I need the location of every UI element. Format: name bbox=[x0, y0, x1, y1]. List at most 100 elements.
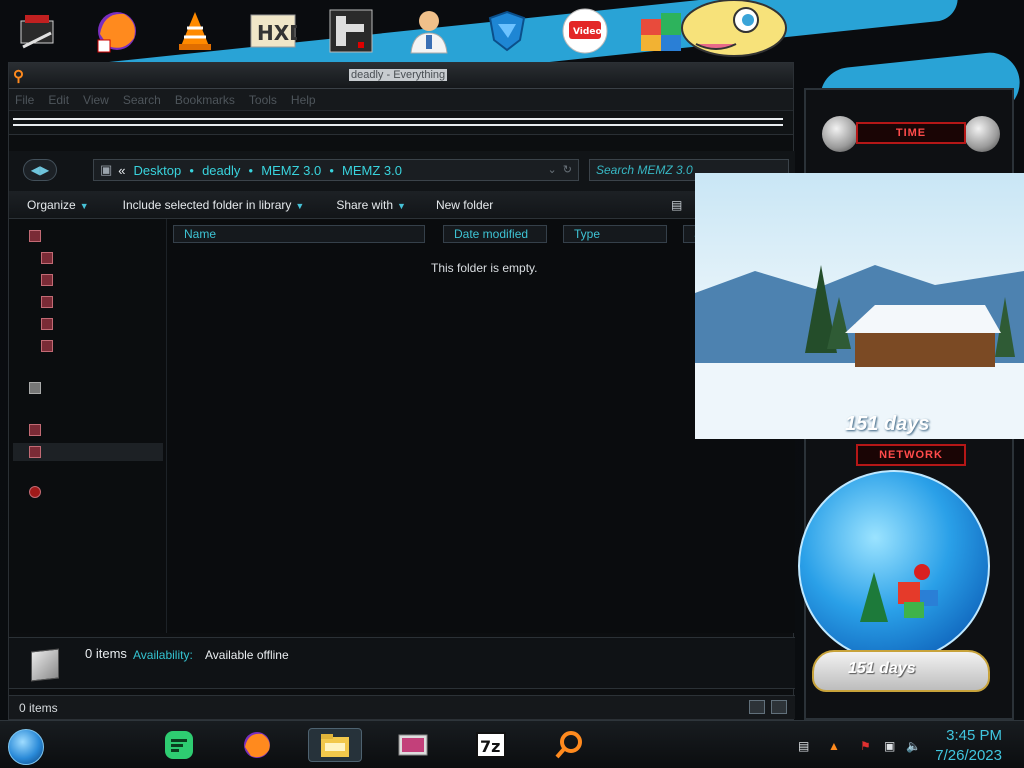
nav-item[interactable] bbox=[41, 271, 61, 289]
folder-icon: ▣ bbox=[100, 162, 113, 177]
chevron-down-icon: ▼ bbox=[79, 200, 89, 211]
menu-view[interactable]: View bbox=[83, 93, 109, 107]
folder-icon bbox=[41, 340, 53, 352]
column-date-modified[interactable]: Date modified bbox=[443, 225, 547, 243]
large-icons-view-icon[interactable] bbox=[771, 700, 787, 714]
taskbar-7zip[interactable]: 7z bbox=[464, 728, 518, 762]
nav-item-computer[interactable] bbox=[29, 421, 49, 439]
snow-globe-base: 151 days bbox=[812, 650, 990, 692]
explorer-window: ⚲ deadly - Everything File Edit View Sea… bbox=[8, 62, 795, 720]
nav-item-homegroup[interactable] bbox=[29, 379, 49, 397]
view-options-icon[interactable]: ▤ bbox=[671, 198, 682, 212]
toolbox-icon[interactable] bbox=[12, 6, 62, 56]
breadcrumb-memz-parent[interactable]: MEMZ 3.0 bbox=[261, 163, 321, 178]
clock-time[interactable]: 3:45 PM bbox=[946, 727, 1002, 744]
nav-item[interactable] bbox=[41, 249, 61, 267]
firefox-shortcut-icon[interactable] bbox=[92, 6, 142, 56]
folder-thumbnail-icon bbox=[31, 648, 59, 682]
snow-scene-image bbox=[695, 265, 1024, 439]
everything-search-field[interactable] bbox=[9, 111, 793, 135]
time-label: TIME bbox=[856, 122, 966, 144]
snow-countdown-gadget[interactable]: 151 days bbox=[695, 173, 1024, 439]
window-title: deadly - Everything bbox=[349, 69, 448, 81]
share-with-label: Share with bbox=[336, 197, 394, 212]
breadcrumb-separator-icon[interactable]: ● bbox=[189, 166, 194, 175]
organize-label: Organize bbox=[27, 197, 76, 212]
back-button[interactable]: ◀▶ bbox=[23, 159, 57, 181]
include-library-button[interactable]: Include selected folder in library ▼ bbox=[123, 198, 305, 212]
command-bar: Organize ▼ Include selected folder in lib… bbox=[9, 191, 795, 219]
breadcrumb-desktop[interactable]: Desktop bbox=[134, 163, 182, 178]
menu-file[interactable]: File bbox=[15, 93, 34, 107]
snow-globe-gadget[interactable] bbox=[798, 470, 990, 662]
vlc-shortcut-icon[interactable] bbox=[170, 6, 220, 56]
details-view-icon[interactable] bbox=[749, 700, 765, 714]
title-bar[interactable]: ⚲ deadly - Everything bbox=[9, 63, 793, 89]
item-count: 0 items bbox=[85, 646, 127, 661]
cartoon-face-icon[interactable] bbox=[676, 0, 792, 60]
breadcrumb-separator-icon[interactable]: ● bbox=[329, 166, 334, 175]
firefox-icon bbox=[244, 732, 270, 758]
taskbar-explorer[interactable] bbox=[308, 728, 362, 762]
address-overflow[interactable]: « bbox=[118, 163, 125, 178]
nav-item-favorites[interactable] bbox=[29, 227, 49, 245]
folder-icon bbox=[41, 274, 53, 286]
include-library-label: Include selected folder in library bbox=[122, 197, 292, 212]
column-type[interactable]: Type bbox=[563, 225, 667, 243]
address-bar[interactable]: ▣ « Desktop ● deadly ● MEMZ 3.0 ● MEMZ 3… bbox=[93, 159, 579, 181]
start-button[interactable] bbox=[8, 729, 44, 765]
show-hidden-icons-icon[interactable]: ▤ bbox=[798, 739, 812, 753]
7zip-icon: 7z bbox=[476, 732, 506, 758]
hxd-shortcut-icon[interactable]: HXD bbox=[248, 6, 298, 56]
taskbar-spotify[interactable] bbox=[152, 728, 206, 762]
fast-video-downloader-icon[interactable]: Video bbox=[560, 6, 610, 56]
nav-item[interactable] bbox=[41, 315, 61, 333]
nav-item[interactable] bbox=[41, 293, 61, 311]
status-bar: 0 items bbox=[9, 695, 795, 719]
taskbar-firefox[interactable] bbox=[230, 728, 284, 762]
menu-help[interactable]: Help bbox=[291, 93, 316, 107]
network-label: NETWORK bbox=[856, 444, 966, 466]
game-shortcut-icon[interactable] bbox=[326, 6, 376, 56]
refresh-icon[interactable]: ⌄ ↻ bbox=[547, 163, 572, 176]
search-everything-icon bbox=[555, 731, 582, 759]
tray-app-icon[interactable]: ▲ bbox=[828, 739, 842, 753]
network-tray-icon[interactable]: ▣ bbox=[884, 739, 898, 753]
share-with-button[interactable]: Share with ▼ bbox=[336, 198, 406, 212]
svg-text:7z: 7z bbox=[480, 737, 500, 756]
chevron-down-icon: ▼ bbox=[295, 200, 305, 211]
explorer-icon bbox=[321, 734, 349, 757]
desktop-icon-strip: HXD Video bbox=[0, 0, 1024, 62]
empty-folder-message: This folder is empty. bbox=[431, 261, 538, 275]
availability-value: Available offline bbox=[205, 648, 289, 662]
nav-item[interactable] bbox=[41, 337, 61, 355]
action-center-flag-icon[interactable]: ⚑ bbox=[860, 739, 874, 753]
globe-countdown-days: 151 days bbox=[848, 660, 916, 677]
volume-icon[interactable]: 🔈 bbox=[906, 739, 921, 753]
details-pane: 0 items Availability: Available offline bbox=[9, 637, 795, 689]
menu-tools[interactable]: Tools bbox=[249, 93, 277, 107]
navigation-pane bbox=[9, 219, 167, 633]
organize-button[interactable]: Organize ▼ bbox=[27, 198, 89, 212]
homegroup-icon bbox=[29, 382, 41, 394]
drive-icon bbox=[29, 446, 41, 458]
clock-date[interactable]: 7/26/2023 bbox=[935, 747, 1002, 764]
new-folder-button[interactable]: New folder bbox=[436, 198, 493, 212]
menu-search[interactable]: Search bbox=[123, 93, 161, 107]
alien-head-icon bbox=[964, 116, 1000, 152]
doctor-icon[interactable] bbox=[404, 6, 454, 56]
menu-bookmarks[interactable]: Bookmarks bbox=[175, 93, 235, 107]
taskbar-everything[interactable] bbox=[542, 728, 596, 762]
nav-item-local-disk[interactable] bbox=[13, 443, 163, 461]
breadcrumb-memz[interactable]: MEMZ 3.0 bbox=[342, 163, 402, 178]
computer-icon bbox=[29, 424, 41, 436]
menu-bar: File Edit View Search Bookmarks Tools He… bbox=[9, 89, 793, 111]
breadcrumb-separator-icon[interactable]: ● bbox=[248, 166, 253, 175]
column-name[interactable]: Name bbox=[173, 225, 425, 243]
star-icon bbox=[29, 230, 41, 242]
menu-edit[interactable]: Edit bbox=[48, 93, 69, 107]
nav-item-network[interactable] bbox=[29, 483, 49, 501]
shield-icon[interactable] bbox=[482, 6, 532, 56]
taskbar-video[interactable] bbox=[386, 728, 440, 762]
breadcrumb-deadly[interactable]: deadly bbox=[202, 163, 240, 178]
